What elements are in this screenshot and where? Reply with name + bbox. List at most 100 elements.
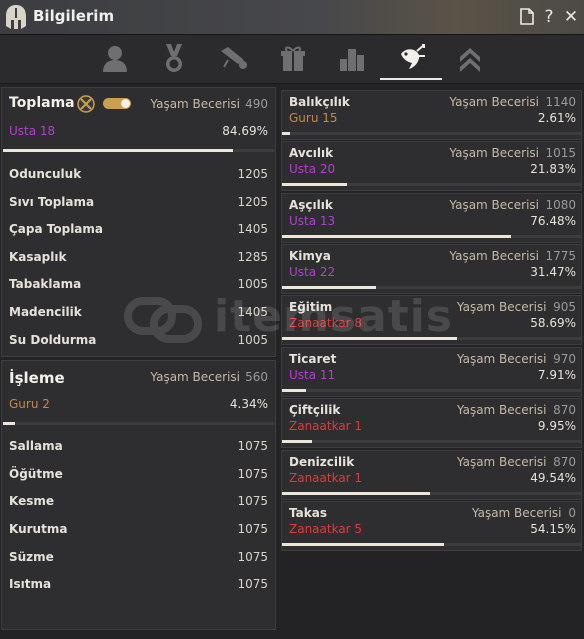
close-icon[interactable]: ✕ bbox=[561, 6, 581, 28]
progress-bar bbox=[282, 183, 581, 186]
list-item-label: Sıvı Toplama bbox=[9, 195, 95, 209]
skill-card[interactable]: Ticaret Yaşam Becerisi 970 Usta 11 7.91% bbox=[281, 347, 582, 397]
progress-percent: 54.15% bbox=[530, 522, 576, 536]
life-skill-label: Yaşam Becerisi bbox=[456, 455, 547, 469]
skill-name: Çiftçilik bbox=[289, 403, 341, 417]
life-skill-value: 560 bbox=[245, 370, 268, 384]
active-tab-indicator bbox=[380, 78, 442, 80]
list-item-label: Kurutma bbox=[9, 522, 68, 536]
window-title: Bilgilerim bbox=[33, 7, 115, 25]
life-skill-label: Yaşam Becerisi bbox=[150, 370, 240, 384]
life-skill-value: 970 bbox=[553, 352, 576, 366]
skill-name: Kimya bbox=[289, 249, 331, 263]
skill-name: Takas bbox=[289, 506, 327, 520]
progress-percent: 49.54% bbox=[530, 471, 576, 485]
list-item-value: 1205 bbox=[237, 167, 268, 181]
life-skill-value: 0 bbox=[568, 506, 576, 520]
life-skill-label: Yaşam Becerisi bbox=[449, 249, 539, 263]
list-item-value: 1075 bbox=[237, 550, 268, 564]
toggle-switch[interactable] bbox=[103, 98, 131, 109]
help-icon[interactable]: ? bbox=[539, 6, 559, 28]
progress-percent: 84.69% bbox=[222, 124, 268, 138]
skill-card[interactable]: Balıkçılık Yaşam Becerisi 1140 Guru 15 2.61% bbox=[281, 90, 582, 140]
progress-percent: 31.47% bbox=[530, 265, 576, 279]
progress-percent: 76.48% bbox=[530, 214, 576, 228]
rank-label: Usta 18 bbox=[9, 124, 56, 138]
skill-name: Denizcilik bbox=[289, 455, 355, 469]
list-item-value: 1075 bbox=[237, 494, 268, 508]
progress-percent: 4.34% bbox=[229, 397, 268, 411]
tab-life-skills[interactable] bbox=[394, 41, 430, 75]
progress-bar bbox=[282, 235, 581, 238]
list-item-label: Tabaklama bbox=[9, 277, 82, 291]
life-skill-value: 1080 bbox=[545, 198, 576, 212]
list-item-label: Madencilik bbox=[9, 305, 82, 319]
skill-name: Avcılık bbox=[289, 146, 334, 160]
life-skill-value: 870 bbox=[553, 455, 576, 469]
life-skill-label: Yaşam Becerisi bbox=[449, 95, 539, 109]
life-skill-value: 1775 bbox=[545, 249, 576, 263]
list-item-value: 1285 bbox=[237, 250, 268, 264]
gift-icon bbox=[281, 46, 305, 71]
rank-label: Zanaatkar 1 bbox=[289, 471, 363, 485]
progress-bar bbox=[3, 422, 274, 425]
person-icon bbox=[103, 46, 127, 72]
skill-card[interactable]: Takas Yaşam Becerisi 0 Zanaatkar 5 54.15% bbox=[281, 501, 582, 551]
list-item-label: Isıtma bbox=[9, 577, 52, 591]
progress-bar bbox=[282, 543, 581, 546]
rank-label: Usta 13 bbox=[289, 214, 336, 228]
progress-bar bbox=[282, 440, 581, 443]
list-item-label: Kesme bbox=[9, 494, 55, 508]
category-tabs bbox=[0, 35, 584, 84]
progress-percent: 7.91% bbox=[537, 368, 576, 382]
toplama-panel: Toplama Yaşam Becerisi 490 Usta 18 84.69… bbox=[1, 87, 276, 357]
tab-medal[interactable] bbox=[156, 41, 192, 75]
tab-stats[interactable] bbox=[334, 41, 370, 75]
list-item-value: 1005 bbox=[237, 333, 268, 347]
rank-label: Zanaatkar 1 bbox=[289, 419, 363, 433]
fish-icon bbox=[401, 44, 425, 69]
life-skill-label: Yaşam Becerisi bbox=[449, 198, 539, 212]
skill-card[interactable]: Çiftçilik Yaşam Becerisi 870 Zanaatkar 1 9.9… bbox=[281, 398, 582, 448]
progress-bar bbox=[3, 149, 274, 152]
toplama-title: Toplama bbox=[9, 95, 75, 111]
list-item-label: Çapa Toplama bbox=[9, 222, 104, 236]
skill-name: Balıkçılık bbox=[289, 95, 350, 109]
title-bar[interactable]: Bilgilerim ? ✕ bbox=[0, 0, 584, 35]
list-item-label: Sallama bbox=[9, 439, 63, 453]
list-item-value: 1405 bbox=[237, 222, 268, 236]
life-skill-label: Yaşam Becerisi bbox=[449, 146, 539, 160]
life-skill-label: Yaşam Becerisi bbox=[456, 300, 547, 314]
skill-card[interactable]: Avcılık Yaşam Becerisi 1015 Usta 20 21.83% bbox=[281, 141, 582, 191]
list-item-label: Kasaplık bbox=[9, 250, 67, 264]
list-item-value: 1205 bbox=[237, 195, 268, 209]
helmet-icon bbox=[6, 5, 26, 29]
crossed-tools-icon bbox=[77, 95, 95, 113]
progress-percent: 21.83% bbox=[530, 162, 576, 176]
list-item-label: Süzme bbox=[9, 550, 54, 564]
list-item-value: 1075 bbox=[237, 439, 268, 453]
isleme-panel: İşleme Yaşam Becerisi 560 Guru 2 4.34% S… bbox=[1, 360, 276, 630]
skill-card[interactable]: Kimya Yaşam Becerisi 1775 Usta 22 31.47% bbox=[281, 244, 582, 294]
life-skill-value: 1015 bbox=[545, 146, 576, 160]
life-skill-label: Yaşam Becerisi bbox=[150, 97, 240, 111]
isleme-title: İşleme bbox=[9, 369, 65, 387]
list-item-value: 1075 bbox=[237, 577, 268, 591]
list-item-value: 1405 bbox=[237, 305, 268, 319]
skill-card[interactable]: Aşçılık Yaşam Becerisi 1080 Usta 13 76.48% bbox=[281, 193, 582, 243]
tab-gift[interactable] bbox=[275, 41, 311, 75]
document-icon[interactable] bbox=[517, 6, 537, 28]
tab-rank[interactable] bbox=[452, 41, 488, 75]
skill-card[interactable]: Eğitim Yaşam Becerisi 905 Zanaatkar 8 58.69% bbox=[281, 295, 582, 345]
list-item-label: Su Doldurma bbox=[9, 333, 97, 347]
rank-chevron-icon bbox=[460, 48, 480, 72]
life-skill-value: 1140 bbox=[545, 95, 576, 109]
progress-percent: 58.69% bbox=[530, 316, 576, 330]
list-item-value: 1075 bbox=[237, 467, 268, 481]
tab-person[interactable] bbox=[97, 41, 133, 75]
tab-scroll[interactable] bbox=[215, 41, 251, 75]
rank-label: Usta 11 bbox=[289, 368, 336, 382]
skill-name: Eğitim bbox=[289, 300, 333, 314]
skill-card[interactable]: Denizcilik Yaşam Becerisi 870 Zanaatkar 1 49… bbox=[281, 450, 582, 500]
progress-bar bbox=[282, 132, 581, 135]
